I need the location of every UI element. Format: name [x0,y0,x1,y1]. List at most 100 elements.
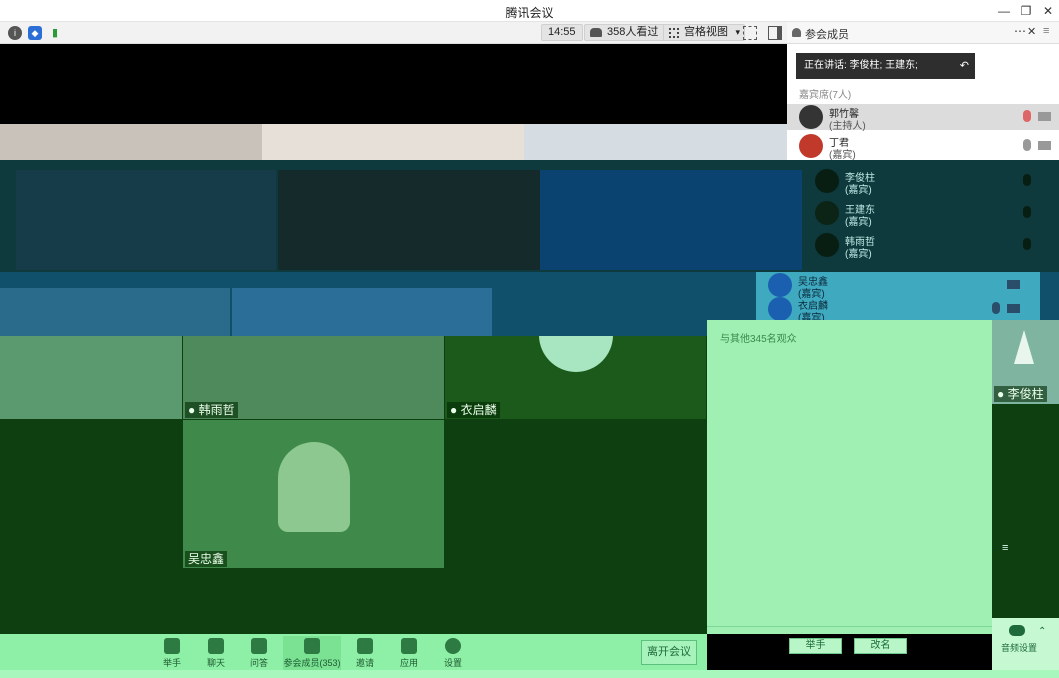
video-strip [0,124,787,160]
viewers-icon [590,28,602,37]
chevron-up-icon[interactable]: ⌃ [1038,626,1046,637]
mic-icon: ● [188,403,199,417]
right-video-column: ● 李俊柱 ≡ [992,320,1059,618]
member-role: (嘉宾) [829,150,856,161]
member-list-overlay-2: 吴忠鑫 (嘉宾) 衣启麟 (嘉宾) [756,272,1040,324]
bottom-toolbar: 举手 聊天 问答 参会成员(353) 邀请 应用 设置 离开会议 [0,634,707,670]
chat-icon [208,638,224,654]
member-role: (嘉宾) [845,185,872,196]
layout-view-label: 宫格视图 [684,26,728,38]
avatar [815,169,839,193]
mic-muted-icon[interactable] [992,302,1000,314]
participant-figure [278,442,350,532]
member-role: (主持人) [829,121,866,132]
layout-view-dropdown[interactable]: 宫格视图 ▾ [663,24,745,41]
apps-button[interactable]: 应用 [393,636,425,670]
avatar [799,105,823,129]
video-tile-lijunzhu[interactable]: ● 李俊柱 [992,320,1059,404]
members-icon [304,638,320,654]
qa-button[interactable]: 问答 [243,636,275,670]
member-list: 正在讲话: 李俊柱; 王建东; ↶ 嘉宾席(7人) 郭竹馨 (主持人) 丁君 (… [787,44,1059,161]
mic-muted-icon[interactable] [1023,110,1031,122]
member-role: (嘉宾) [845,249,872,260]
member-icon [792,28,801,37]
mic-icon[interactable] [1023,206,1031,218]
tile-name: ● 衣启麟 [447,402,500,418]
info-icon[interactable]: i [8,26,22,40]
member-row[interactable]: 郭竹馨 (主持人) [787,104,1059,132]
member-row[interactable]: 衣启麟 (嘉宾) [756,296,1040,324]
member-row[interactable]: 李俊柱 (嘉宾) [803,168,1059,196]
fullscreen-icon[interactable] [743,26,757,40]
video-tile-h [232,288,492,336]
mic-icon[interactable] [1023,174,1031,186]
sidebar-toggle-icon[interactable] [768,26,782,40]
gear-icon [445,638,461,654]
mic-icon[interactable] [1023,139,1031,151]
expand-icon[interactable]: ≡ [1002,542,1008,554]
member-row[interactable]: 吴忠鑫 (嘉宾) [756,272,1040,300]
meeting-toolbar: i ◆ ▮ 14:55 358人看过 宫格视图 ▾ [0,22,787,44]
hand-icon [164,638,180,654]
undo-icon[interactable]: ↶ [960,53,969,79]
video-black-area [0,44,787,124]
sidebar-header: 参会成员 ⋯ ✕ ≡ [787,22,1059,44]
more-icon[interactable]: ⋯ [1014,24,1026,38]
member-row[interactable]: 王建东 (嘉宾) [803,200,1059,228]
sailboat-shape [1014,330,1034,364]
camera-icon[interactable] [1038,141,1051,150]
avatar [768,273,792,297]
member-row[interactable]: 韩雨哲 (嘉宾) [803,232,1059,260]
viewer-count[interactable]: 358人看过 [584,24,666,41]
close-icon[interactable]: ✕ [1040,3,1056,19]
sidebar-title: 参会成员 [805,29,849,41]
panel-divider [707,626,992,627]
chevron-down-icon: ▾ [735,27,740,37]
camera-icon[interactable] [1007,280,1020,289]
signal-icon[interactable]: ▮ [48,26,62,40]
minimize-icon[interactable]: — [996,3,1012,19]
leave-meeting-button[interactable]: 离开会议 [641,640,697,665]
audience-panel: 与其他345名观众 举手 改名 [707,320,992,654]
video-tile-c [524,124,787,160]
chat-button[interactable]: 聊天 [200,636,232,670]
window-title: 腾讯会议 [505,6,554,20]
audio-settings[interactable]: ⌃ 音频设置 [992,618,1059,670]
speaking-indicator: 正在讲话: 李俊柱; 王建东; ↶ [796,53,975,79]
avatar [815,201,839,225]
title-bar: 腾讯会议 — ❐ ✕ [0,0,1059,22]
raise-hand-toolbar-button[interactable]: 举手 [156,636,188,670]
camera-icon[interactable] [1007,304,1020,313]
restore-icon[interactable]: ❐ [1018,3,1034,19]
invite-icon [357,638,373,654]
menu-icon[interactable]: ≡ [1043,25,1049,37]
video-tile-hanyuzhe[interactable]: ● 韩雨哲 [183,336,444,419]
video-tile-f [540,170,802,270]
question-icon [251,638,267,654]
rename-button[interactable]: 改名 [854,638,907,654]
video-tile-g [0,288,230,336]
security-shield-icon[interactable]: ◆ [28,26,42,40]
tile-name: ● 韩雨哲 [185,402,238,418]
member-row[interactable]: 丁君 (嘉宾) [787,133,1059,161]
guest-section-header: 嘉宾席(7人) [799,90,852,101]
camera-icon[interactable] [1038,112,1051,121]
mic-muted-icon[interactable] [1023,238,1031,250]
audio-settings-icon [1009,625,1025,636]
raise-hand-button[interactable]: 举手 [789,638,842,654]
settings-button[interactable]: 设置 [437,636,469,670]
video-tile-e [278,170,540,270]
video-tile [0,336,182,419]
avatar [815,233,839,257]
video-tile-yiqilin[interactable]: ● 衣启麟 [445,336,706,419]
invite-button[interactable]: 邀请 [349,636,381,670]
meeting-time: 14:55 [541,24,583,41]
grid-view-icon [669,28,679,38]
video-tile-wuzhongxin[interactable]: 吴忠鑫 [183,420,444,568]
members-button[interactable]: 参会成员(353) [283,636,341,670]
avatar [799,134,823,158]
tile-name: 吴忠鑫 [185,551,228,567]
sidebar-close-icon[interactable]: ✕ [1027,25,1036,38]
viewer-count-label: 358人看过 [607,26,659,38]
mic-icon: ● [997,387,1008,401]
